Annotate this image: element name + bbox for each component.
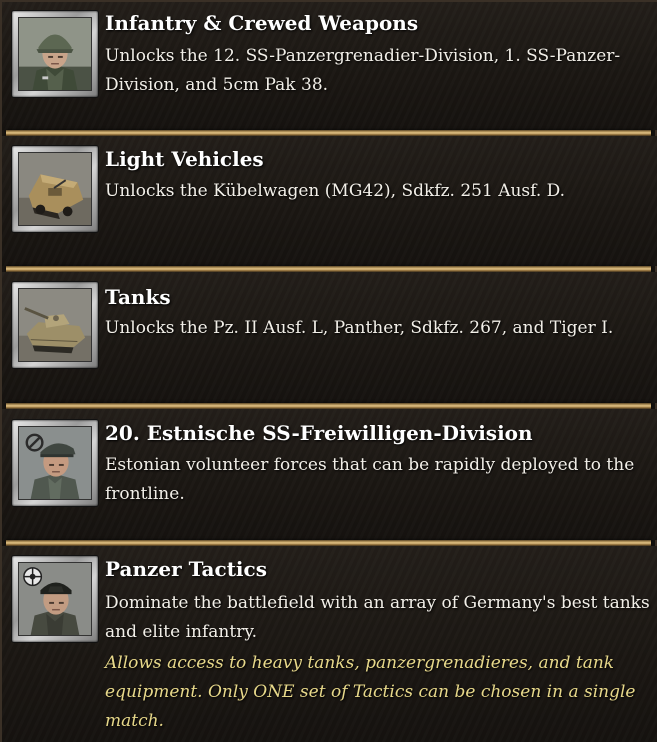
entry-description: Unlocks the 12. SS-Panzergrenadier-Divis…: [105, 46, 621, 95]
entry-description: Dominate the battlefield with an array o…: [105, 593, 650, 642]
estonian-soldier-portrait-icon: [18, 426, 92, 500]
entry-title: Tanks: [105, 285, 171, 309]
entry-icon-frame: [11, 10, 99, 98]
unlock-entry-panzer-tactics[interactable]: Panzer Tactics Dominate the battlefield …: [2, 546, 657, 742]
halftrack-vehicle-icon: [18, 152, 92, 226]
entry-title: Panzer Tactics: [105, 557, 267, 581]
entry-title: Light Vehicles: [105, 147, 264, 171]
infantry-soldier-portrait-icon: [18, 17, 92, 91]
entry-icon-frame: [11, 281, 99, 369]
entry-title: Infantry & Crewed Weapons: [105, 11, 419, 35]
entry-icon-frame: [11, 555, 99, 643]
entry-icon-frame: [11, 419, 99, 507]
tank-commander-portrait-icon: [18, 562, 92, 636]
entry-description: Estonian volunteer forces that can be ra…: [105, 455, 635, 504]
entry-title: 20. Estnische SS-Freiwilligen-Division: [105, 421, 533, 445]
unlock-entry-tanks[interactable]: Tanks Unlocks the Pz. II Ausf. L, Panthe…: [2, 272, 657, 403]
entry-description: Unlocks the Kübelwagen (MG42), Sdkfz. 25…: [105, 181, 566, 201]
entry-tactics-note: Allows access to heavy tanks, panzergren…: [105, 653, 636, 731]
tiger-tank-icon: [18, 288, 92, 362]
entry-icon-frame: [11, 145, 99, 233]
unlock-entry-infantry[interactable]: Infantry & Crewed Weapons Unlocks the 12…: [2, 2, 657, 130]
unlock-entry-light-vehicles[interactable]: Light Vehicles Unlocks the Kübelwagen (M…: [2, 136, 657, 266]
unlock-entry-estnische-division[interactable]: 20. Estnische SS-Freiwilligen-Division E…: [2, 409, 657, 540]
entry-description: Unlocks the Pz. II Ausf. L, Panther, Sdk…: [105, 318, 614, 338]
doctrine-panel: Infantry & Crewed Weapons Unlocks the 12…: [0, 0, 657, 742]
